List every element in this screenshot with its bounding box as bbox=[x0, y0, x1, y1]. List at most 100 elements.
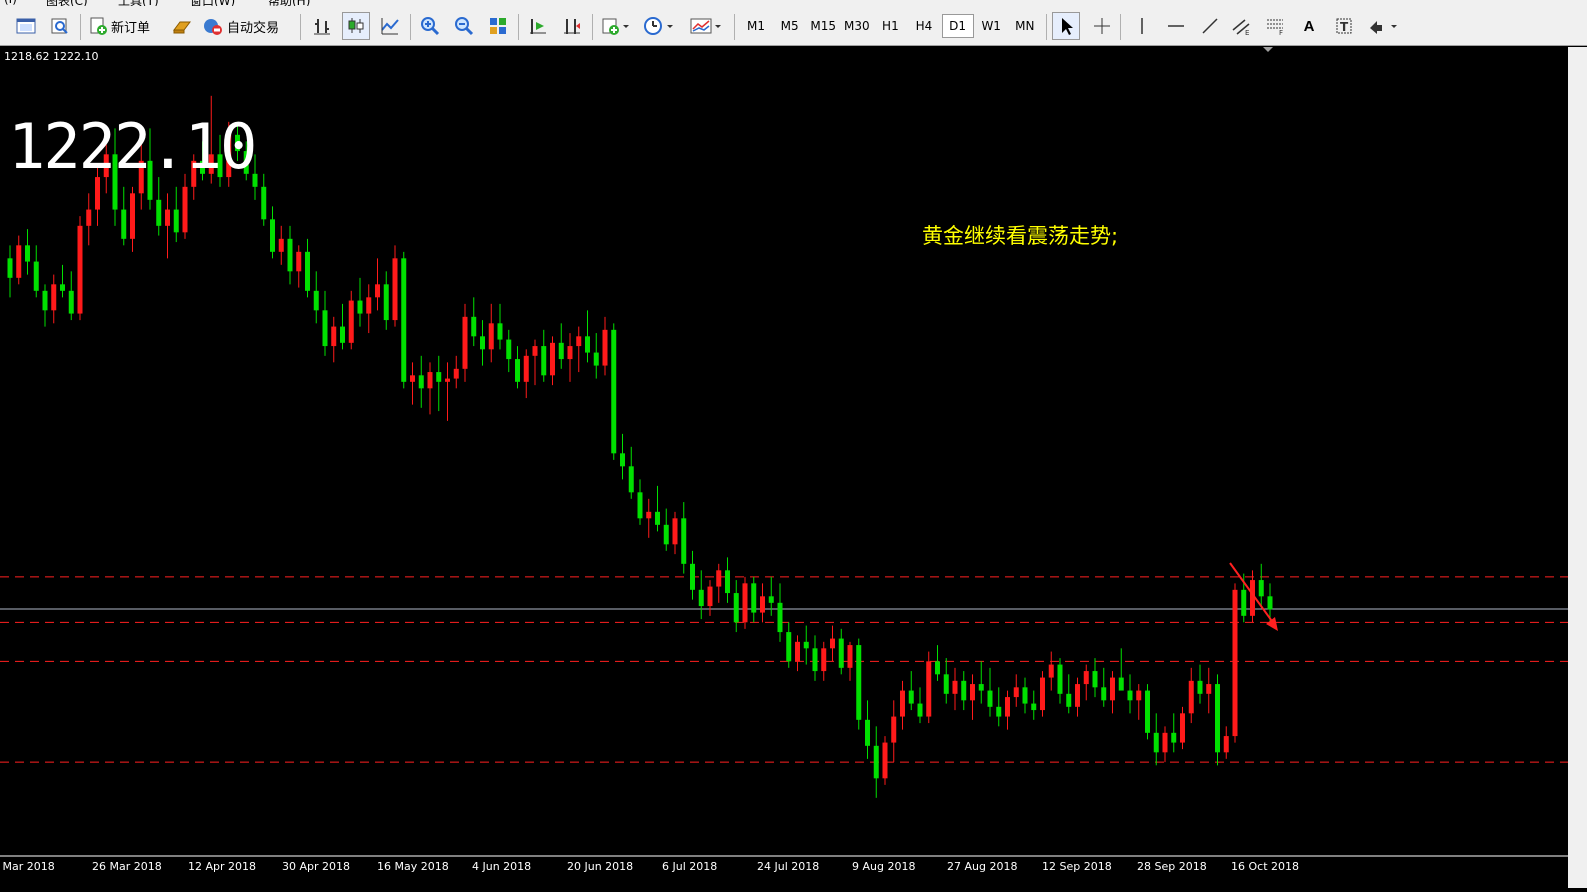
auto-trading-label: 自动交易 bbox=[227, 20, 280, 36]
trendline-tool-button[interactable] bbox=[1196, 12, 1224, 40]
candle-body-14 bbox=[130, 193, 135, 239]
candle-body-60 bbox=[532, 346, 538, 356]
text-tool-button[interactable]: A bbox=[1296, 12, 1322, 40]
svg-text:E: E bbox=[1245, 29, 1249, 36]
candle-body-121 bbox=[1066, 693, 1072, 707]
indicators-button[interactable] bbox=[598, 12, 634, 40]
date-label: 6 Jul 2018 bbox=[662, 860, 718, 873]
zoom-in-icon bbox=[421, 17, 440, 36]
candle-body-136 bbox=[1197, 680, 1203, 694]
meta-editor-button[interactable] bbox=[170, 12, 194, 40]
candle-body-106 bbox=[935, 661, 940, 675]
candle-body-40 bbox=[357, 300, 363, 314]
candle-body-73 bbox=[646, 511, 652, 519]
candle-body-98 bbox=[865, 719, 870, 746]
candle-body-64 bbox=[567, 346, 573, 360]
chart-scrollbar[interactable] bbox=[1568, 47, 1587, 888]
candle-body-8 bbox=[77, 225, 83, 314]
zoom-out-icon bbox=[455, 17, 474, 36]
candle-body-93 bbox=[821, 648, 827, 672]
timeframe-mn-button[interactable]: MN bbox=[1009, 14, 1041, 38]
timeframe-d1-button[interactable]: D1 bbox=[941, 14, 974, 38]
crosshair-tool-button[interactable] bbox=[1088, 12, 1116, 40]
candle-body-39 bbox=[348, 300, 354, 343]
candlestick-chart-button[interactable] bbox=[342, 12, 370, 40]
candle-body-48 bbox=[427, 372, 433, 389]
crosshair-icon bbox=[1094, 18, 1110, 34]
timeframe-m15-button[interactable]: M15 bbox=[807, 14, 839, 38]
candle-body-108 bbox=[952, 680, 958, 694]
vertical-line-tool-button[interactable] bbox=[1128, 12, 1156, 40]
candle-body-120 bbox=[1057, 664, 1063, 694]
candle-body-3 bbox=[33, 261, 39, 291]
equidistant-channel-tool-button[interactable]: E bbox=[1228, 12, 1256, 40]
new-order-button[interactable]: 新订单 bbox=[88, 12, 164, 40]
timeframe-h1-button[interactable]: H1 bbox=[874, 14, 906, 38]
candle-body-101 bbox=[891, 716, 897, 743]
timeframe-w1-button[interactable]: W1 bbox=[975, 14, 1007, 38]
zoom-out-button[interactable] bbox=[450, 12, 478, 40]
tile-windows-button[interactable] bbox=[484, 12, 512, 40]
date-label: 12 Sep 2018 bbox=[1042, 860, 1112, 873]
candle-body-80 bbox=[707, 586, 713, 607]
current-price-display: 1222.10 bbox=[8, 110, 257, 183]
candle-body-107 bbox=[943, 674, 949, 694]
candle-body-125 bbox=[1101, 687, 1107, 701]
candle-body-53 bbox=[471, 316, 477, 337]
date-label: 26 Mar 2018 bbox=[92, 860, 162, 873]
candle-body-137 bbox=[1206, 684, 1212, 694]
window-icon bbox=[16, 18, 36, 34]
autoscroll-icon bbox=[530, 19, 546, 34]
cursor-tool-button[interactable] bbox=[1052, 12, 1080, 40]
candle-body-5 bbox=[51, 284, 57, 311]
bar-chart-button[interactable] bbox=[308, 12, 336, 40]
text-label-tool-button[interactable]: T bbox=[1330, 12, 1358, 40]
candle-body-135 bbox=[1188, 680, 1194, 714]
candle-body-133 bbox=[1171, 732, 1177, 743]
timeframe-m30-button[interactable]: M30 bbox=[841, 14, 873, 38]
periodicity-button[interactable] bbox=[640, 12, 678, 40]
horizontal-line-tool-button[interactable] bbox=[1162, 12, 1190, 40]
bar-chart-icon bbox=[314, 19, 330, 35]
candle-body-143 bbox=[1258, 580, 1264, 597]
chart-shift-button[interactable] bbox=[558, 12, 586, 40]
candle-body-37 bbox=[331, 326, 337, 347]
candle-body-81 bbox=[716, 570, 722, 587]
candle-body-99 bbox=[873, 745, 879, 779]
candle-body-0 bbox=[7, 258, 13, 278]
arrows-tool-button[interactable] bbox=[1364, 12, 1402, 40]
line-chart-button[interactable] bbox=[376, 12, 404, 40]
candle-body-57 bbox=[506, 339, 512, 360]
toolbar: 新订单 自动交易 E F A T M1 M5 M15 M30 H1 H4 D1 … bbox=[0, 6, 1587, 46]
date-label: 16 May 2018 bbox=[377, 860, 449, 873]
candle-body-50 bbox=[445, 378, 450, 382]
auto-trading-button[interactable]: 自动交易 bbox=[202, 12, 294, 40]
candle-body-134 bbox=[1180, 713, 1185, 743]
text-tool-icon: A bbox=[1303, 17, 1315, 35]
timeframe-m1-button[interactable]: M1 bbox=[740, 14, 772, 38]
candle-body-122 bbox=[1075, 684, 1080, 707]
candle-body-86 bbox=[760, 596, 765, 613]
profiles-button[interactable] bbox=[12, 12, 40, 40]
zoom-in-button[interactable] bbox=[416, 12, 444, 40]
market-watch-button[interactable] bbox=[46, 12, 74, 40]
indicators-icon bbox=[602, 18, 629, 35]
candle-body-105 bbox=[926, 661, 932, 717]
date-label: 8 Mar 2018 bbox=[0, 860, 55, 873]
candle-body-113 bbox=[996, 706, 1002, 717]
timeframe-h4-button[interactable]: H4 bbox=[908, 14, 940, 38]
candle-body-72 bbox=[637, 492, 643, 519]
candle-body-55 bbox=[488, 323, 494, 350]
candlestick-icon bbox=[348, 18, 364, 33]
svg-text:T: T bbox=[1340, 20, 1349, 34]
candle-body-90 bbox=[795, 641, 800, 662]
autoscroll-button[interactable] bbox=[524, 12, 552, 40]
timeframe-m5-button[interactable]: M5 bbox=[774, 14, 806, 38]
trendline-icon bbox=[1202, 18, 1218, 34]
fibonacci-tool-button[interactable]: F bbox=[1262, 12, 1290, 40]
svg-text:F: F bbox=[1279, 29, 1283, 36]
candle-body-119 bbox=[1048, 664, 1054, 678]
templates-button[interactable] bbox=[686, 12, 726, 40]
candle-body-126 bbox=[1110, 677, 1115, 701]
candle-body-82 bbox=[725, 570, 730, 594]
